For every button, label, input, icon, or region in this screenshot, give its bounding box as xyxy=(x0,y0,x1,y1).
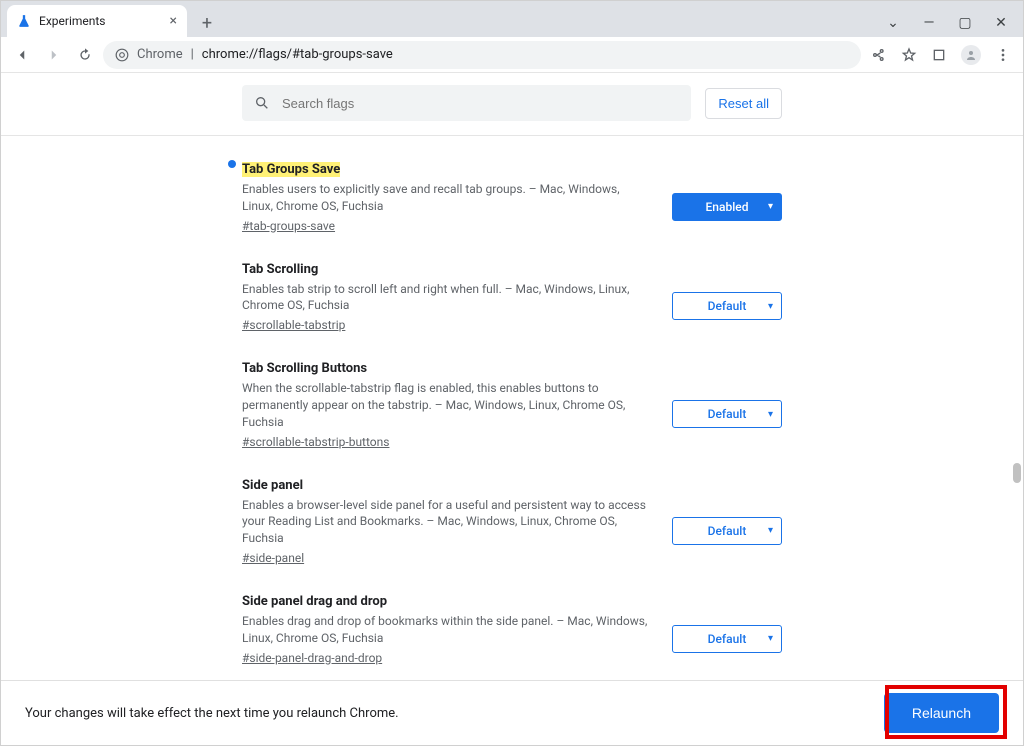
scrollbar-thumb[interactable] xyxy=(1013,463,1021,483)
chevron-down-icon: ▾ xyxy=(768,409,773,420)
flag-dropdown[interactable]: Default ▾ xyxy=(672,400,782,428)
browser-tab[interactable]: Experiments × xyxy=(7,5,187,37)
flag-description: Enables tab strip to scroll left and rig… xyxy=(242,281,652,315)
flag-description: Enables users to explicitly save and rec… xyxy=(242,181,652,215)
omnibox-scheme: Chrome xyxy=(137,47,183,62)
flag-dropdown-value: Enabled xyxy=(706,200,749,214)
flag-title: Side panel drag and drop xyxy=(242,594,387,609)
omnibox-url: chrome://flags/#tab-groups-save xyxy=(202,47,393,62)
flag-dropdown-value: Default xyxy=(708,407,747,421)
minimize-icon[interactable]: — xyxy=(921,15,937,31)
flag-row: Tab Scrolling Enables tab strip to scroll… xyxy=(242,248,782,348)
modified-dot-icon xyxy=(228,160,236,168)
flag-dropdown[interactable]: Default ▾ xyxy=(672,517,782,545)
chevron-down-icon: ▾ xyxy=(768,525,773,536)
extensions-icon[interactable] xyxy=(931,47,947,63)
flag-dropdown[interactable]: Default ▾ xyxy=(672,625,782,653)
maximize-icon[interactable]: ▢ xyxy=(957,15,973,31)
flag-description: Enables a browser-level side panel for a… xyxy=(242,497,652,547)
flag-description: When the scrollable-tabstrip flag is ena… xyxy=(242,380,652,430)
flag-anchor-link[interactable]: #side-panel-drag-and-drop xyxy=(242,651,382,665)
flag-title: Side panel xyxy=(242,478,303,493)
chevron-down-icon: ▾ xyxy=(768,201,773,212)
share-icon[interactable] xyxy=(871,47,887,63)
flag-anchor-link[interactable]: #side-panel xyxy=(242,551,304,565)
menu-icon[interactable] xyxy=(995,47,1011,63)
address-bar: Chrome | chrome://flags/#tab-groups-save xyxy=(1,37,1023,73)
search-icon xyxy=(254,95,270,111)
search-input[interactable] xyxy=(280,95,679,112)
relaunch-bar: Your changes will take effect the next t… xyxy=(1,680,1023,745)
chevron-down-icon[interactable]: ⌄ xyxy=(885,15,901,31)
flag-anchor-link[interactable]: #scrollable-tabstrip-buttons xyxy=(242,435,389,449)
flag-dropdown-value: Default xyxy=(708,299,747,313)
close-icon[interactable]: × xyxy=(170,14,177,28)
bookmark-icon[interactable] xyxy=(901,47,917,63)
relaunch-button[interactable]: Relaunch xyxy=(884,693,999,733)
flag-dropdown-value: Default xyxy=(708,632,747,646)
profile-avatar[interactable] xyxy=(961,45,981,65)
flag-title: Tab Groups Save xyxy=(242,162,340,177)
flag-row: Tab Groups Save Enables users to explicit… xyxy=(242,148,782,248)
chrome-icon xyxy=(115,48,129,62)
flag-description: Enables drag and drop of bookmarks withi… xyxy=(242,613,652,647)
flag-row: Tab Scrolling Buttons When the scrollable… xyxy=(242,347,782,463)
close-window-icon[interactable]: ✕ xyxy=(993,15,1009,31)
titlebar: Experiments × + ⌄ — ▢ ✕ xyxy=(1,1,1023,37)
page-content: Reset all Tab Groups Save Enables users t… xyxy=(1,73,1023,745)
flag-dropdown[interactable]: Default ▾ xyxy=(672,292,782,320)
chevron-down-icon: ▾ xyxy=(768,301,773,312)
window-controls: ⌄ — ▢ ✕ xyxy=(885,15,1023,37)
forward-button xyxy=(45,46,63,64)
flag-title: Tab Scrolling xyxy=(242,262,318,277)
tab-title: Experiments xyxy=(39,14,162,28)
search-box[interactable] xyxy=(242,85,691,121)
flag-anchor-link[interactable]: #tab-groups-save xyxy=(242,219,335,233)
back-button[interactable] xyxy=(13,46,31,64)
reset-all-button[interactable]: Reset all xyxy=(705,88,782,119)
flag-title: Tab Scrolling Buttons xyxy=(242,361,367,376)
flag-row: Side panel drag and drop Enables drag and… xyxy=(242,580,782,676)
flask-icon xyxy=(17,14,31,28)
chevron-down-icon: ▾ xyxy=(768,633,773,644)
flag-dropdown[interactable]: Enabled ▾ xyxy=(672,193,782,221)
reload-button[interactable] xyxy=(77,47,93,63)
flag-row: Side panel Enables a browser-level side p… xyxy=(242,464,782,580)
relaunch-note: Your changes will take effect the next t… xyxy=(25,706,884,721)
new-tab-button[interactable]: + xyxy=(193,9,221,37)
omnibox[interactable]: Chrome | chrome://flags/#tab-groups-save xyxy=(103,41,861,69)
flag-anchor-link[interactable]: #scrollable-tabstrip xyxy=(242,318,345,332)
flag-dropdown-value: Default xyxy=(708,524,747,538)
